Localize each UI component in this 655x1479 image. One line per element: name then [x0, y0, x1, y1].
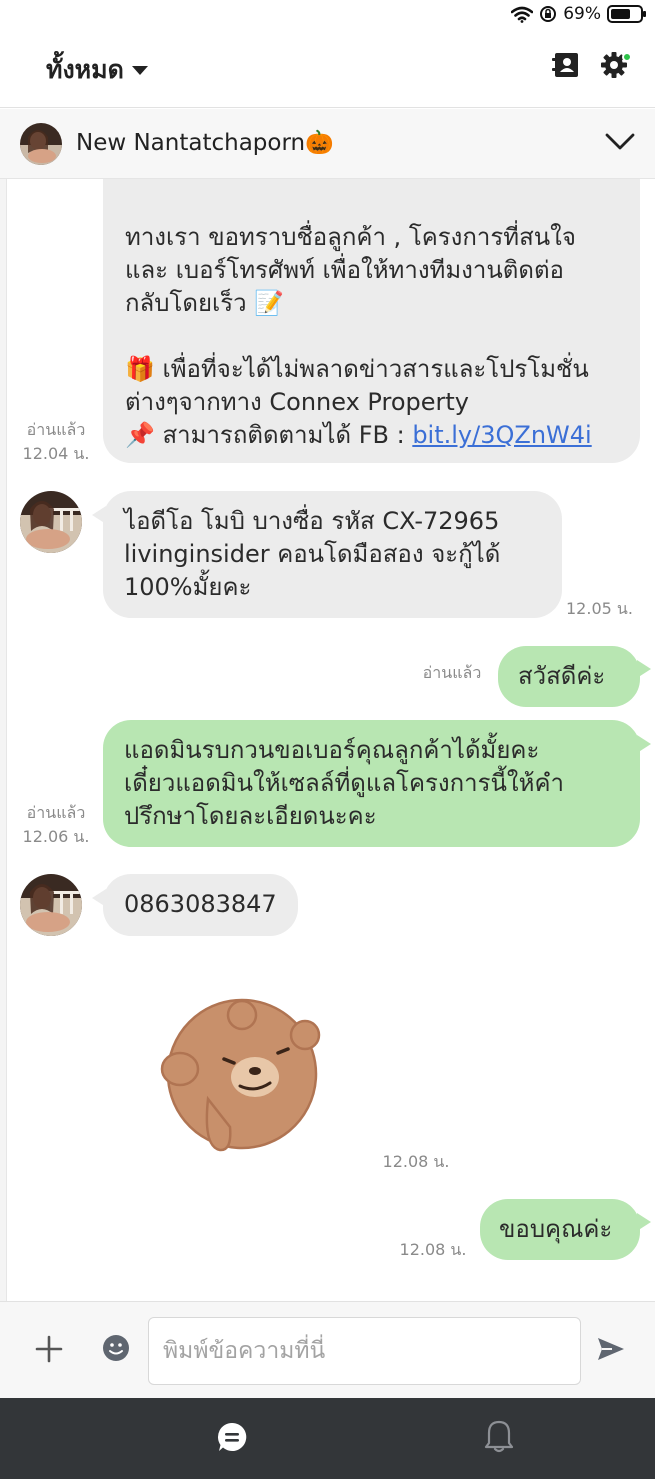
message-input[interactable]: [148, 1317, 581, 1385]
avatar[interactable]: [20, 491, 82, 553]
brown-bear-sticker[interactable]: [150, 979, 340, 1164]
read-receipt: อ่านแล้ว: [422, 663, 482, 682]
message-line: livinginsider คอนโดมือสอง จะกู้ได้: [124, 540, 501, 568]
battery-percent: 69%: [563, 4, 601, 24]
avatar: [20, 123, 62, 165]
notification-dot: [622, 52, 632, 62]
message-line: ทางเรา ขอทราบชื่อลูกค้า , โครงการที่สนใจ: [125, 223, 576, 251]
message-bubble[interactable]: 0863083847: [103, 874, 298, 936]
scroll-rail: [0, 179, 7, 1301]
message-line: เดี๋ยวแอดมินให้เซลล์ที่ดูแลโครงการนี้ให้…: [124, 769, 564, 797]
filter-label: ทั้งหมด: [46, 55, 124, 84]
timestamp: 12.05 น.: [566, 599, 633, 618]
bottom-navigation: [0, 1398, 655, 1479]
top-header: ทั้งหมด: [0, 30, 655, 108]
message-line: 🎁 เพื่อที่จะได้ไม่พลาดข่าวสารและโปรโมชั่…: [125, 355, 589, 383]
timestamp: 12.06 น.: [22, 827, 90, 846]
message-line: แอดมินรบกวนขอเบอร์คุณลูกค้าได้มั้ยคะ: [124, 736, 540, 764]
chat-icon[interactable]: [216, 1421, 248, 1453]
chat-header[interactable]: New Nantatchaporn🎃: [0, 109, 655, 179]
status-bar: 69%: [0, 0, 655, 30]
send-icon[interactable]: [596, 1335, 626, 1363]
chat-messages[interactable]: ทางเรา ขอทราบชื่อลูกค้า , โครงการที่สนใจ…: [0, 179, 655, 1301]
message-line: กลับโดยเร็ว 📝: [125, 289, 285, 317]
timestamp: 12.04 น.: [22, 444, 90, 463]
contact-name: New Nantatchaporn🎃: [76, 130, 334, 156]
message-input-bar: [0, 1301, 655, 1398]
read-receipt: อ่านแล้ว: [26, 803, 86, 822]
message-line: ต่างๆจากทาง Connex Property: [125, 388, 469, 416]
message-line-text: 📌 สามารถติดตามได้ FB :: [125, 421, 413, 449]
chevron-down-icon[interactable]: [605, 131, 635, 153]
message-meta: อ่านแล้ว 12.04 น.: [18, 418, 94, 466]
bell-icon[interactable]: [483, 1419, 515, 1453]
status-indicators: 69%: [511, 4, 646, 24]
message-line: สวัสดีค่ะ: [518, 662, 606, 690]
message-line: 0863083847: [124, 890, 277, 918]
bubble-tail: [637, 735, 651, 753]
message-bubble[interactable]: ทางเรา ขอทราบชื่อลูกค้า , โครงการที่สนใจ…: [103, 179, 640, 463]
message-line: ปรึกษาโดยละเอียดนะคะ: [124, 802, 377, 830]
contact-book-icon[interactable]: [551, 50, 581, 80]
message-line: ขอบคุณค่ะ: [499, 1215, 613, 1243]
timestamp: 12.08 น.: [399, 1240, 467, 1259]
message-meta: อ่านแล้ว 12.06 น.: [18, 801, 94, 849]
message-bubble[interactable]: แอดมินรบกวนขอเบอร์คุณลูกค้าได้มั้ยคะ เดี…: [103, 720, 640, 847]
emoji-icon[interactable]: [102, 1334, 130, 1362]
message-line: ไอดีโอ โมบิ บางซื่อ รหัส CX-72965: [124, 507, 500, 535]
wifi-icon: [511, 6, 534, 23]
battery-icon: [607, 5, 646, 23]
message-line: 📌 สามารถติดตามได้ FB : bit.ly/3QZnW4i: [125, 419, 622, 452]
bubble-tail: [637, 1213, 651, 1231]
timestamp: 12.08 น.: [382, 1152, 450, 1171]
message-bubble[interactable]: ขอบคุณค่ะ: [480, 1199, 640, 1260]
message-bubble[interactable]: ไอดีโอ โมบิ บางซื่อ รหัส CX-72965 living…: [103, 491, 562, 618]
caret-down-icon: [131, 65, 148, 75]
orientation-lock-icon: [540, 6, 557, 22]
message-line: และ เบอร์โทรศัพท์ เพื่อให้ทางทีมงานติดต่…: [125, 256, 564, 284]
facebook-link[interactable]: bit.ly/3QZnW4i: [412, 421, 591, 449]
chat-filter-dropdown[interactable]: ทั้งหมด: [46, 50, 148, 90]
avatar[interactable]: [20, 874, 82, 936]
read-receipt: อ่านแล้ว: [26, 420, 86, 439]
plus-icon[interactable]: [35, 1335, 63, 1363]
message-bubble[interactable]: สวัสดีค่ะ: [498, 646, 640, 707]
message-line: 100%มั้ยคะ: [124, 573, 252, 601]
bubble-tail: [637, 660, 651, 678]
